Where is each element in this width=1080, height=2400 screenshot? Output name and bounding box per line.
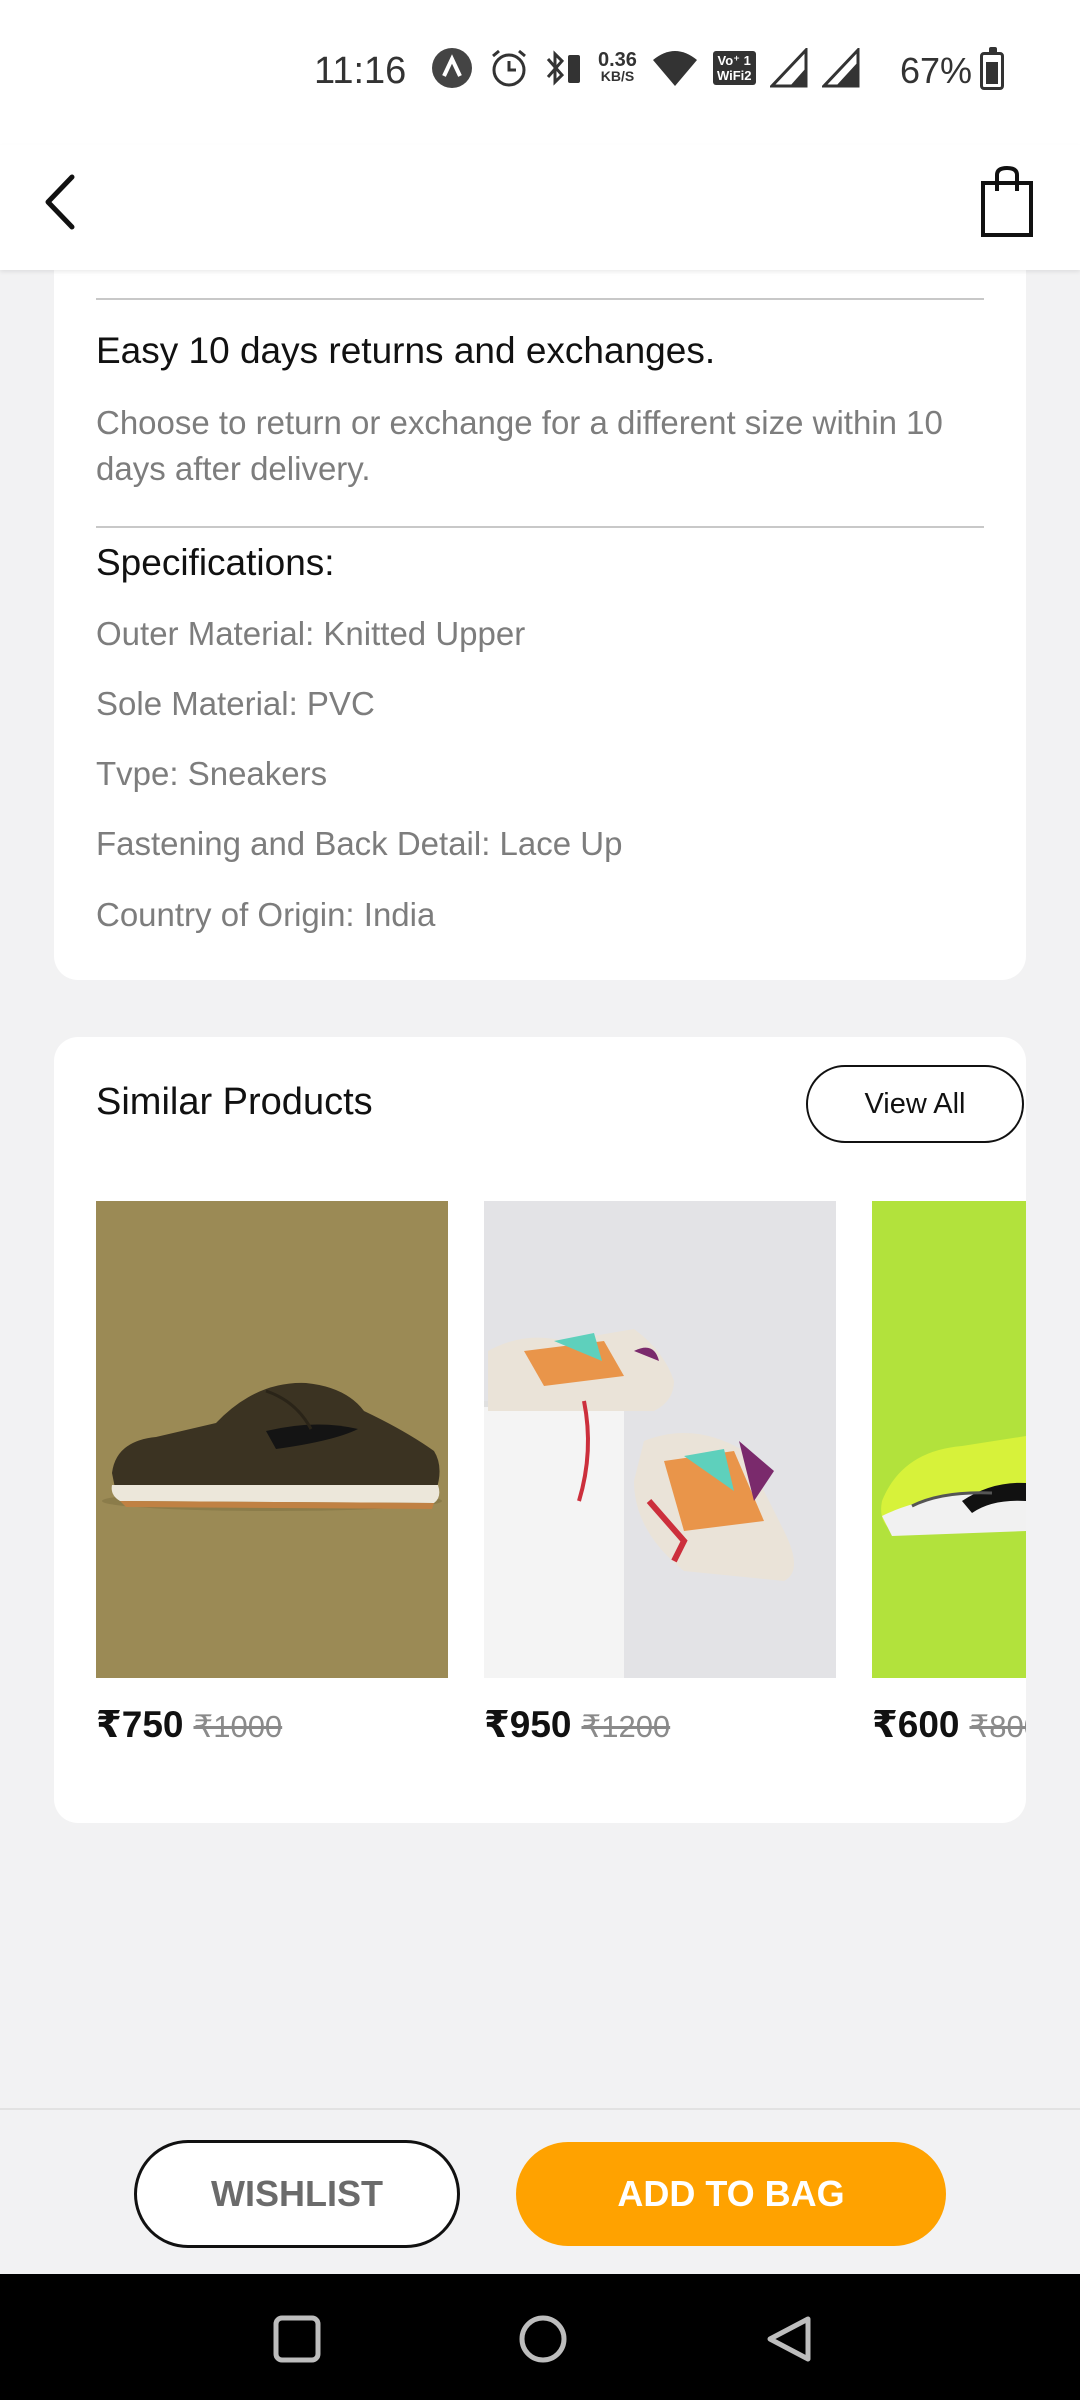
product-card[interactable]: ₹750 ₹1000 [96, 1201, 448, 1745]
product-info-card: Easy 10 days returns and exchanges. Choo… [54, 240, 1026, 980]
network-speed: 0.36 KB/S [598, 49, 637, 84]
back-nav-icon[interactable] [764, 2314, 814, 2364]
sneaker-image [881, 1436, 1026, 1536]
bottom-action-bar: WISHLIST ADD TO BAG [0, 2108, 1080, 2276]
status-bar: 11:16 0.36 KB/S Vo⁺ 1 WiFi2 67% [0, 0, 1080, 145]
recent-apps-icon[interactable] [272, 2314, 322, 2364]
sneaker-image [484, 1329, 794, 1678]
system-nav-bar [0, 2274, 1080, 2400]
divider [96, 298, 984, 300]
original-price: ₹800 [969, 1709, 1026, 1744]
product-price: ₹950 ₹1200 [484, 1703, 670, 1746]
spec-item: Sole Material: PVC [96, 685, 375, 722]
back-arrow-icon [45, 174, 75, 230]
status-time: 11:16 [314, 50, 407, 92]
shopping-bag-icon [981, 165, 1033, 237]
battery-icon [980, 47, 1004, 90]
alarm-icon [492, 49, 526, 87]
app-bar [0, 145, 1080, 270]
product-price: ₹600 ₹800 [872, 1703, 1026, 1746]
back-button[interactable] [34, 165, 94, 235]
vowifi-icon: Vo⁺ 1 WiFi2 [712, 51, 756, 85]
returns-title: Easy 10 days returns and exchanges. [96, 330, 716, 371]
app-notification-icon [432, 48, 472, 88]
divider [96, 526, 984, 528]
similar-products-title: Similar Products [96, 1081, 373, 1123]
spec-item: Outer Material: Knitted Upper [96, 615, 526, 652]
sneaker-image [102, 1382, 442, 1511]
spec-item: Fastening and Back Detail: Lace Up [96, 825, 623, 862]
home-icon[interactable] [518, 2314, 568, 2364]
status-icons: 0.36 KB/S Vo⁺ 1 WiFi2 [430, 46, 860, 90]
current-price: ₹950 [484, 1704, 572, 1745]
original-price: ₹1000 [193, 1709, 283, 1744]
battery-percentage: 67% [900, 50, 973, 91]
bluetooth-battery-icon [546, 50, 580, 86]
product-card[interactable]: ₹600 ₹800 [872, 1201, 1026, 1745]
spec-item: Country of Origin: India [96, 896, 436, 933]
specifications-title: Specifications: [96, 542, 335, 583]
add-to-bag-button[interactable]: ADD TO BAG [516, 2142, 946, 2246]
original-price: ₹1200 [581, 1709, 671, 1744]
spec-item: Tvpe: Sneakers [96, 755, 328, 792]
product-image[interactable] [872, 1201, 1026, 1678]
signal-icon-2 [821, 48, 859, 88]
current-price: ₹600 [872, 1704, 960, 1745]
similar-products-card: Similar Products View All ₹750 ₹1000 ₹95… [54, 1037, 1026, 1823]
shopping-bag-button[interactable] [974, 163, 1040, 241]
view-all-button[interactable]: View All [806, 1065, 1024, 1143]
product-card[interactable]: ₹950 ₹1200 [484, 1201, 836, 1745]
signal-icon-1 [769, 48, 807, 88]
wishlist-button[interactable]: WISHLIST [134, 2140, 460, 2248]
returns-description: Choose to return or exchange for a diffe… [96, 404, 943, 487]
product-image[interactable] [96, 1201, 448, 1678]
current-price: ₹750 [96, 1704, 184, 1745]
wifi-icon [652, 51, 697, 86]
product-image[interactable] [484, 1201, 836, 1678]
product-price: ₹750 ₹1000 [96, 1703, 282, 1746]
